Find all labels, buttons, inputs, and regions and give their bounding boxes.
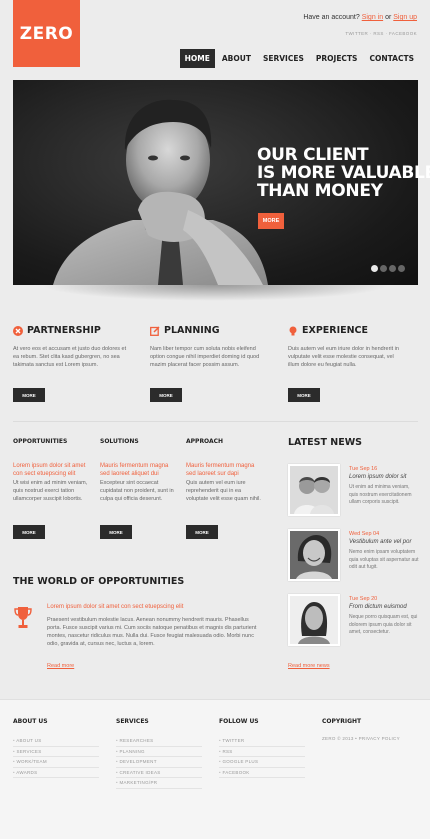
- footer-link[interactable]: MARKETING/PR: [116, 778, 202, 789]
- footer-link[interactable]: TWITTER: [219, 736, 305, 747]
- nav-about[interactable]: ABOUT: [217, 49, 256, 68]
- feature-title: EXPERIENCE: [302, 325, 369, 336]
- experience-more-button[interactable]: MORE: [288, 388, 320, 402]
- couple-photo: [290, 466, 338, 514]
- edit-icon: [150, 325, 160, 336]
- solutions-more-button[interactable]: MORE: [100, 525, 132, 539]
- slider-dot[interactable]: [389, 265, 396, 272]
- slider-dots: [371, 265, 407, 272]
- footer-link[interactable]: SERVICES: [13, 747, 99, 757]
- footer-list-about: ABOUT US SERVICES WORK/TEAM AWARDS: [13, 736, 99, 778]
- section-divider: [13, 421, 418, 422]
- main-nav: HOME ABOUT SERVICES PROJECTS CONTACTS: [178, 49, 419, 68]
- column-lead[interactable]: Mauris fermentum magna sed laoreet sur d…: [186, 462, 262, 478]
- world-read-more-link[interactable]: Read more: [47, 663, 74, 669]
- footer-list-services: RESEARCHES PLANNING DEVELOPMENT CREATIVE…: [116, 736, 202, 789]
- news-headline[interactable]: Lorem ipsum dolor sit: [349, 474, 406, 480]
- footer-title: ABOUT US: [13, 718, 48, 725]
- column-text: Excepteur sint occaecat cupidatat non pr…: [100, 480, 174, 502]
- smiling-woman-photo: [290, 531, 338, 579]
- news-thumbnail[interactable]: [288, 529, 340, 581]
- feature-text: Nam liber tempor cum soluta nobis eleife…: [150, 346, 260, 368]
- footer-link[interactable]: GOOGLE PLUS: [219, 757, 305, 768]
- footer-link[interactable]: CREATIVE IDEAS: [116, 768, 202, 778]
- news-thumbnail[interactable]: [288, 464, 340, 516]
- nav-home[interactable]: HOME: [179, 49, 215, 68]
- slider-dot[interactable]: [398, 265, 405, 272]
- column-title: APPROACH: [186, 438, 224, 445]
- nav-contacts[interactable]: CONTACTS: [364, 49, 419, 68]
- footer-link[interactable]: AWARDS: [13, 768, 99, 778]
- news-date: Tue Sep 20: [349, 596, 378, 602]
- approach-more-button[interactable]: MORE: [186, 525, 218, 539]
- news-date: Wed Sep 04: [349, 531, 380, 537]
- news-text: Nemo enim ipsam voluptatem quia voluptas…: [349, 549, 419, 570]
- or-text: or: [385, 14, 392, 21]
- news-headline[interactable]: Vestibulum ante vel por: [349, 539, 411, 545]
- hero-shadow: [40, 285, 390, 301]
- column-title: OPPORTUNITIES: [13, 438, 68, 445]
- news-headline[interactable]: From dictum euismod: [349, 604, 407, 610]
- hero-more-button[interactable]: MORE: [258, 213, 284, 229]
- footer-title: SERVICES: [116, 718, 149, 725]
- lightbulb-icon: [289, 326, 297, 335]
- column-lead[interactable]: Lorem ipsum dolor sit amet con sect etue…: [13, 462, 89, 478]
- nav-services[interactable]: SERVICES: [258, 49, 309, 68]
- footer-link[interactable]: WORK/TEAM: [13, 757, 99, 768]
- feature-text: Duis autem vel eum iriure dolor in hendr…: [288, 346, 399, 368]
- news-text: Ut enim ad minima veniam, quis nostrum e…: [349, 484, 412, 505]
- nav-projects[interactable]: PROJECTS: [311, 49, 363, 68]
- feature-partnership: PARTNERSHIP: [13, 325, 101, 336]
- news-date: Tue Sep 16: [349, 466, 378, 472]
- footer-link[interactable]: RSS: [219, 747, 305, 757]
- footer-link[interactable]: RESEARCHES: [116, 736, 202, 747]
- feature-planning: PLANNING: [150, 325, 220, 336]
- world-lead[interactable]: Lorem ipsum dolor sit amet con sect etue…: [47, 604, 183, 610]
- world-title: THE WORLD OF OPPORTUNITIES: [13, 576, 185, 587]
- sign-in-link[interactable]: Sign in: [362, 14, 383, 21]
- slider-dot[interactable]: [371, 265, 378, 272]
- feature-title: PLANNING: [164, 325, 220, 336]
- hero-title: OUR CLIENT IS MORE VALUABLE THAN MONEY: [257, 145, 430, 201]
- news-text: Neque porro quisquam est, qui dolorem ip…: [349, 614, 418, 635]
- column-lead[interactable]: Mauris fermentum magna sed laoreet aliqu…: [100, 462, 176, 478]
- sign-up-link[interactable]: Sign up: [393, 14, 417, 21]
- copyright-text[interactable]: ZERO © 2013 • PRIVACY POLICY: [322, 736, 400, 741]
- logo[interactable]: ZERO: [13, 0, 80, 67]
- hero-title-line: IS MORE VALUABLE: [257, 163, 430, 183]
- footer-list-follow: TWITTER RSS GOOGLE PLUS FACEBOOK: [219, 736, 305, 778]
- footer-link[interactable]: PLANNING: [116, 747, 202, 757]
- hero-title-line: OUR CLIENT: [257, 145, 369, 165]
- planning-more-button[interactable]: MORE: [150, 388, 182, 402]
- news-title: LATEST NEWS: [288, 437, 363, 448]
- feature-title: PARTNERSHIP: [27, 325, 101, 336]
- column-title: SOLUTIONS: [100, 438, 139, 445]
- social-links[interactable]: TWITTER · RSS · FACEBOOK: [345, 31, 417, 36]
- world-text: Praesent vestibulum molestie lacus. Aene…: [47, 617, 257, 647]
- news-read-more-link[interactable]: Read more news: [288, 663, 330, 669]
- account-links: Have an account? Sign in or Sign up: [303, 14, 417, 21]
- news-thumbnail[interactable]: [288, 594, 340, 646]
- footer-link[interactable]: ABOUT US: [13, 736, 99, 747]
- feature-text: At vero eos et accusam et justo duo dolo…: [13, 346, 127, 368]
- trophy-icon: [14, 607, 32, 628]
- feature-experience: EXPERIENCE: [288, 325, 368, 336]
- footer-title: FOLLOW US: [219, 718, 259, 725]
- footer-title: COPYRIGHT: [322, 718, 362, 725]
- footer-link[interactable]: DEVELOPMENT: [116, 757, 202, 768]
- footer-link[interactable]: FACEBOOK: [219, 768, 305, 778]
- slider-dot[interactable]: [380, 265, 387, 272]
- column-text: Ut wisi enim ad minim veniam, quis nostr…: [13, 480, 88, 502]
- hero-title-line: THAN MONEY: [257, 181, 383, 201]
- woman-portrait-photo: [290, 596, 338, 644]
- partnership-more-button[interactable]: MORE: [13, 388, 45, 402]
- column-text: Quis autem vel eum iure reprehenderit qu…: [186, 480, 261, 502]
- x-circle-icon: [13, 325, 23, 336]
- account-prompt: Have an account?: [303, 14, 360, 21]
- opportunities-more-button[interactable]: MORE: [13, 525, 45, 539]
